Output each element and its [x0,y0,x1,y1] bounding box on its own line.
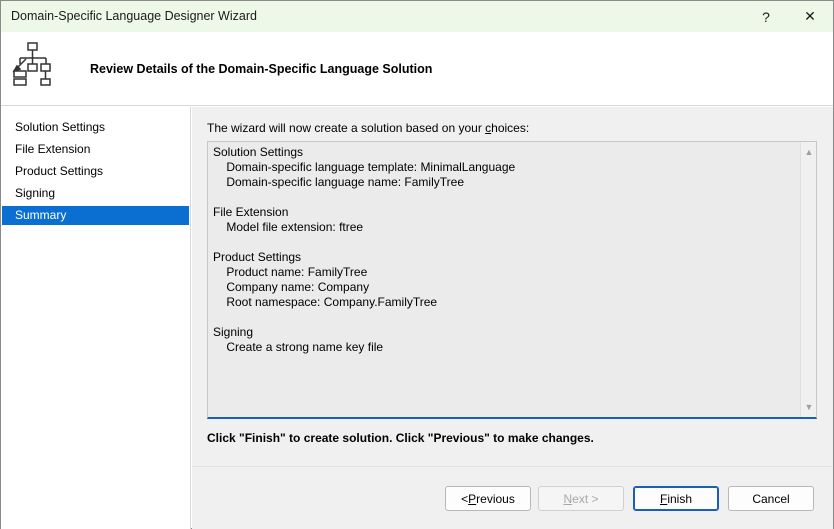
scroll-up-icon[interactable]: ▲ [801,144,817,160]
next-button[interactable]: Next > [538,486,624,511]
vertical-scrollbar[interactable]: ▲ ▼ [800,142,816,417]
button-accelerator: F [659,491,668,506]
nav-item-summary[interactable]: Summary [2,206,189,225]
button-label: revious [476,491,515,506]
summary-text: Solution Settings Domain-specific langua… [213,145,516,354]
close-icon: ✕ [804,8,816,24]
intro-text-part: hoices: [491,121,530,135]
intro-text-part: The wizard will now create a solution ba… [207,121,486,135]
button-accelerator: N [563,491,573,506]
wizard-window: Domain-Specific Language Designer Wizard… [0,0,834,529]
intro-text: The wizard will now create a solution ba… [207,121,529,135]
button-label: ext > [572,491,599,506]
button-accelerator: P [468,491,477,506]
previous-button[interactable]: < Previous [445,486,531,511]
button-bar: < Previous Next > Finish Cancel [192,466,833,529]
help-button[interactable]: ? [745,1,787,32]
button-label: inish [667,491,693,506]
hint-text: Click "Finish" to create solution. Click… [207,431,594,445]
nav-item-signing[interactable]: Signing [2,184,189,203]
button-label: < [461,491,469,506]
content-panel: The wizard will now create a solution ba… [192,107,833,529]
wizard-header: Review Details of the Domain-Specific La… [1,32,833,106]
scroll-down-icon[interactable]: ▼ [801,399,817,415]
window-title: Domain-Specific Language Designer Wizard [11,9,257,23]
page-title: Review Details of the Domain-Specific La… [90,62,433,76]
nav-item-solution-settings[interactable]: Solution Settings [2,118,189,137]
title-bar: Domain-Specific Language Designer Wizard… [1,1,833,32]
cancel-button[interactable]: Cancel [728,486,814,511]
hierarchy-diagram-icon [12,42,51,86]
finish-button[interactable]: Finish [633,486,719,511]
close-button[interactable]: ✕ [789,1,831,32]
nav-item-file-extension[interactable]: File Extension [2,140,189,159]
nav-item-product-settings[interactable]: Product Settings [2,162,189,181]
wizard-nav: Solution Settings File Extension Product… [1,107,191,529]
summary-textbox[interactable]: Solution Settings Domain-specific langua… [207,141,817,419]
